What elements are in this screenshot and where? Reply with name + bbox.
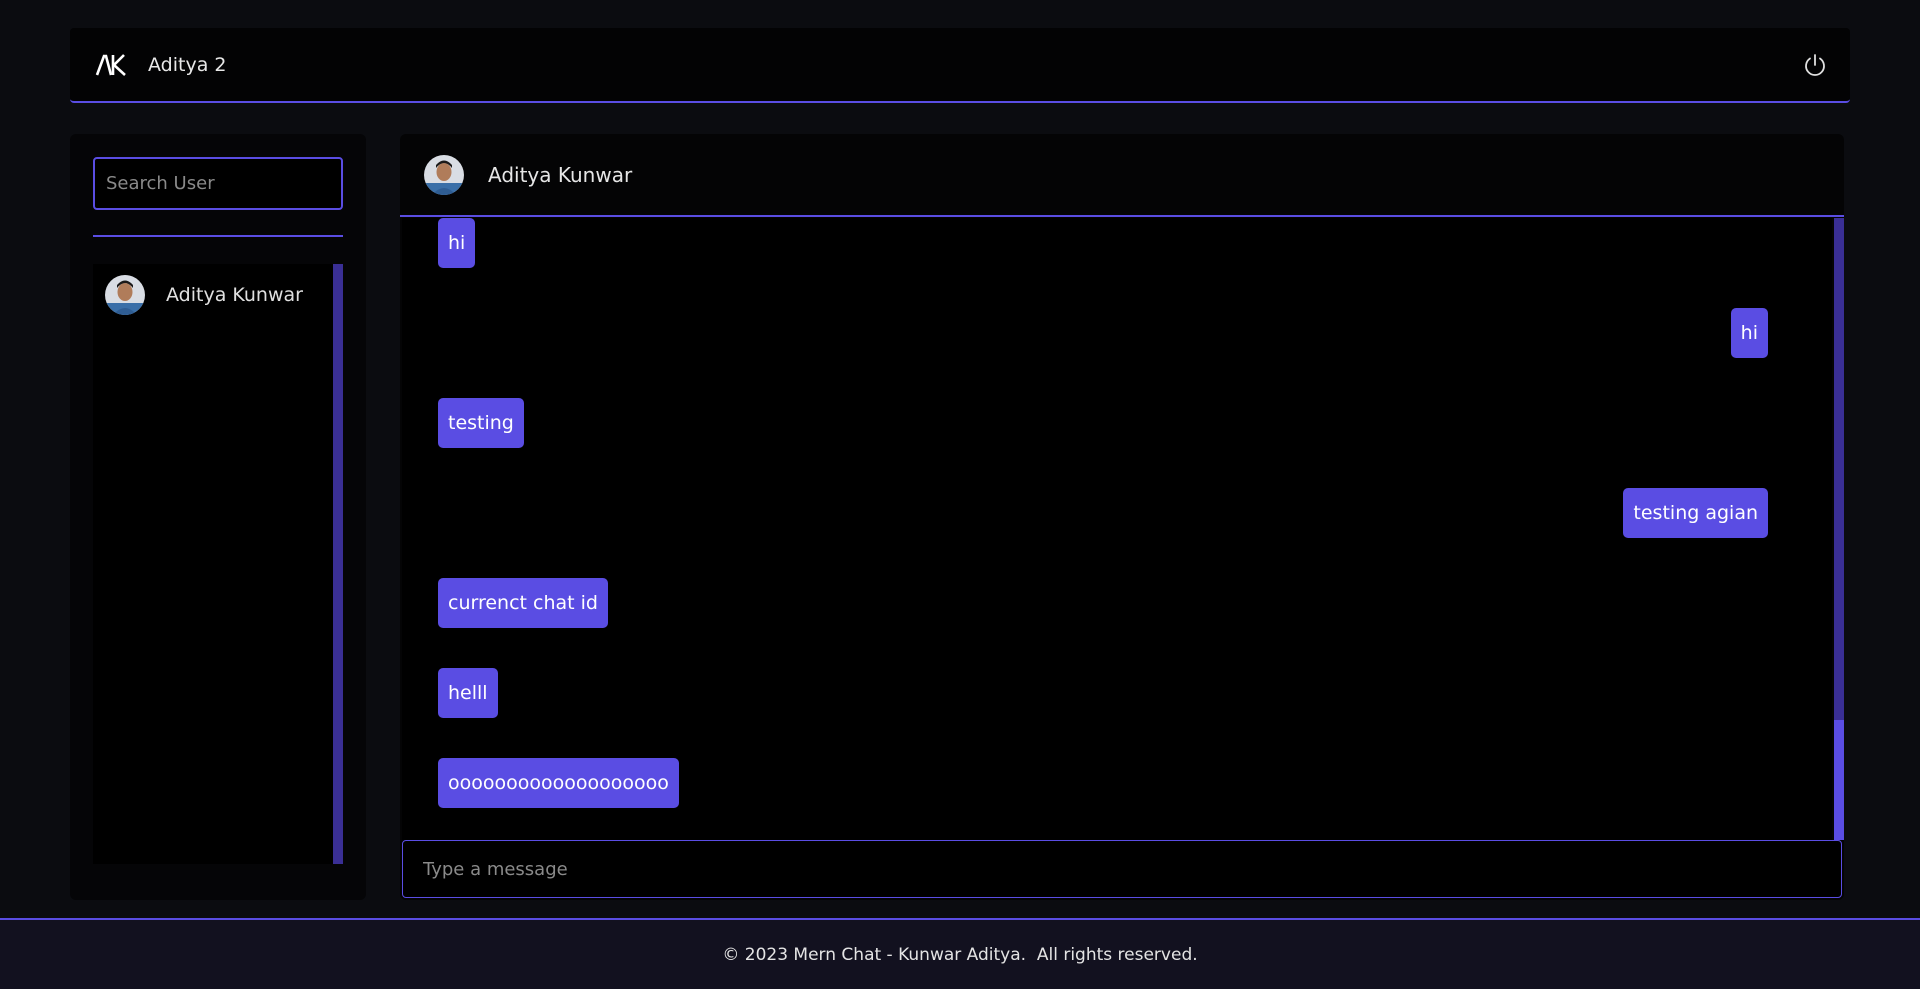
message-list-scroll-thumb[interactable] [1834,720,1844,840]
user-list-item-name: Aditya Kunwar [166,284,303,306]
message-input[interactable] [402,840,1842,898]
user-list-item[interactable]: Aditya Kunwar [93,264,329,326]
search-user-input[interactable] [93,157,343,210]
current-user-name: Aditya 2 [148,53,227,76]
user-list: Aditya Kunwar [93,264,343,864]
sidebar-divider [93,235,343,237]
message-bubble-outgoing: hi [1730,308,1768,358]
chat-header: Aditya Kunwar [400,134,1844,217]
message-list: hi hi testing testing agian currenct cha… [402,218,1832,840]
user-sidebar: Aditya Kunwar [70,134,366,900]
message-bubble-incoming: ooooooooooooooooooo [438,758,679,808]
avatar-icon [105,275,145,315]
chat-panel: Aditya Kunwar hi hi testing testing agia… [400,134,1844,900]
message-bubble-incoming: testing [438,398,524,448]
avatar-icon[interactable] [424,154,464,195]
user-list-scrollbar[interactable] [333,264,343,864]
chat-header-name: Aditya Kunwar [488,162,633,187]
message-bubble-incoming: currenct chat id [438,578,608,628]
ak-logo-icon[interactable] [95,53,127,77]
message-bubble-outgoing: testing agian [1623,488,1768,538]
footer-copyright: © 2023 Mern Chat - Kunwar Aditya. All ri… [722,944,1198,965]
power-icon[interactable] [1802,52,1828,78]
footer: © 2023 Mern Chat - Kunwar Aditya. All ri… [0,918,1920,989]
message-bubble-incoming: helll [438,668,498,718]
navbar: Aditya 2 [70,28,1850,103]
message-bubble-incoming: hi [438,218,476,268]
